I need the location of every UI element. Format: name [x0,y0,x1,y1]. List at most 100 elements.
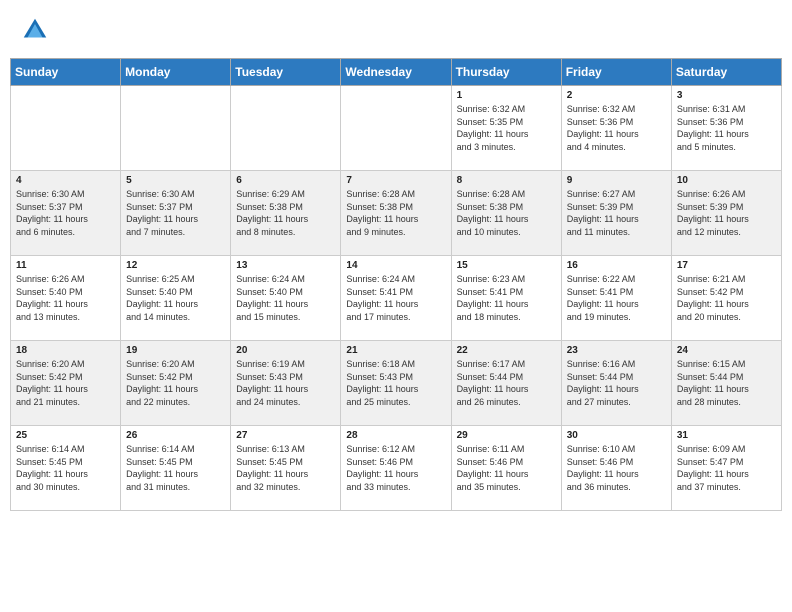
calendar-day-cell: 18 Sunrise: 6:20 AM Sunset: 5:42 PM Dayli… [11,341,121,426]
day-number: 3 [677,90,776,101]
day-number: 4 [16,175,115,186]
day-number: 13 [236,260,335,271]
day-info: Sunrise: 6:18 AM Sunset: 5:43 PM Dayligh… [346,358,445,408]
calendar-day-cell: 20Sunrise: 6:19 AM Sunset: 5:43 PM Dayli… [231,341,341,426]
day-number: 26 [126,430,225,441]
day-number: 21 [346,345,445,356]
day-number: 9 [567,175,666,186]
calendar-day-cell: 14 Sunrise: 6:24 AM Sunset: 5:41 PM Dayli… [341,256,451,341]
calendar-day-cell: 1 Sunrise: 6:32 AM Sunset: 5:35 PM Daylig… [451,86,561,171]
day-info: Sunrise: 6:09 AM Sunset: 5:47 PM Dayligh… [677,443,776,493]
day-info: Sunrise: 6:30 AM Sunset: 5:37 PM Dayligh… [16,188,115,238]
weekday-header-wednesday: Wednesday [341,59,451,86]
day-info: Sunrise: 6:11 AM Sunset: 5:46 PM Dayligh… [457,443,556,493]
day-number: 14 [346,260,445,271]
calendar-week-row: 11 Sunrise: 6:26 AM Sunset: 5:40 PM Dayli… [11,256,782,341]
day-number: 24 [677,345,776,356]
calendar-day-cell: 16Sunrise: 6:22 AM Sunset: 5:41 PM Dayli… [561,256,671,341]
calendar-day-cell: 30 Sunrise: 6:10 AM Sunset: 5:46 PM Dayli… [561,426,671,511]
calendar-week-row: 1 Sunrise: 6:32 AM Sunset: 5:35 PM Daylig… [11,86,782,171]
calendar-day-cell: 11 Sunrise: 6:26 AM Sunset: 5:40 PM Dayli… [11,256,121,341]
day-number: 6 [236,175,335,186]
day-info: Sunrise: 6:29 AM Sunset: 5:38 PM Dayligh… [236,188,335,238]
calendar-day-cell: 5Sunrise: 6:30 AM Sunset: 5:37 PM Daylig… [121,171,231,256]
day-number: 27 [236,430,335,441]
calendar-day-cell: 28 Sunrise: 6:12 AM Sunset: 5:46 PM Dayli… [341,426,451,511]
logo-icon [20,15,50,45]
day-info: Sunrise: 6:32 AM Sunset: 5:35 PM Dayligh… [457,103,556,153]
calendar-day-cell: 19 Sunrise: 6:20 AM Sunset: 5:42 PM Dayli… [121,341,231,426]
day-info: Sunrise: 6:23 AM Sunset: 5:41 PM Dayligh… [457,273,556,323]
day-info: Sunrise: 6:30 AM Sunset: 5:37 PM Dayligh… [126,188,225,238]
calendar-day-cell: 27 Sunrise: 6:13 AM Sunset: 5:45 PM Dayli… [231,426,341,511]
day-number: 16 [567,260,666,271]
calendar-day-cell: 2 Sunrise: 6:32 AM Sunset: 5:36 PM Daylig… [561,86,671,171]
day-number: 30 [567,430,666,441]
day-number: 20 [236,345,335,356]
day-info: Sunrise: 6:25 AM Sunset: 5:40 PM Dayligh… [126,273,225,323]
calendar-day-cell [231,86,341,171]
day-info: Sunrise: 6:10 AM Sunset: 5:46 PM Dayligh… [567,443,666,493]
day-info: Sunrise: 6:13 AM Sunset: 5:45 PM Dayligh… [236,443,335,493]
day-info: Sunrise: 6:26 AM Sunset: 5:39 PM Dayligh… [677,188,776,238]
calendar-day-cell: 3 Sunrise: 6:31 AM Sunset: 5:36 PM Daylig… [671,86,781,171]
day-number: 15 [457,260,556,271]
calendar-day-cell: 12 Sunrise: 6:25 AM Sunset: 5:40 PM Dayli… [121,256,231,341]
calendar-day-cell: 25 Sunrise: 6:14 AM Sunset: 5:45 PM Dayli… [11,426,121,511]
day-info: Sunrise: 6:28 AM Sunset: 5:38 PM Dayligh… [346,188,445,238]
day-number: 12 [126,260,225,271]
day-number: 28 [346,430,445,441]
day-number: 11 [16,260,115,271]
calendar-day-cell: 23 Sunrise: 6:16 AM Sunset: 5:44 PM Dayli… [561,341,671,426]
day-number: 29 [457,430,556,441]
day-number: 10 [677,175,776,186]
day-info: Sunrise: 6:21 AM Sunset: 5:42 PM Dayligh… [677,273,776,323]
calendar-day-cell: 31 Sunrise: 6:09 AM Sunset: 5:47 PM Dayli… [671,426,781,511]
day-info: Sunrise: 6:20 AM Sunset: 5:42 PM Dayligh… [16,358,115,408]
calendar-day-cell: 26Sunrise: 6:14 AM Sunset: 5:45 PM Dayli… [121,426,231,511]
day-number: 22 [457,345,556,356]
day-number: 31 [677,430,776,441]
calendar-day-cell: 10 Sunrise: 6:26 AM Sunset: 5:39 PM Dayli… [671,171,781,256]
day-info: Sunrise: 6:26 AM Sunset: 5:40 PM Dayligh… [16,273,115,323]
weekday-header-saturday: Saturday [671,59,781,86]
calendar-day-cell: 29 Sunrise: 6:11 AM Sunset: 5:46 PM Dayli… [451,426,561,511]
weekday-header-friday: Friday [561,59,671,86]
calendar-day-cell [341,86,451,171]
calendar-day-cell: 9 Sunrise: 6:27 AM Sunset: 5:39 PM Daylig… [561,171,671,256]
day-number: 2 [567,90,666,101]
day-number: 1 [457,90,556,101]
day-info: Sunrise: 6:17 AM Sunset: 5:44 PM Dayligh… [457,358,556,408]
day-number: 17 [677,260,776,271]
day-info: Sunrise: 6:27 AM Sunset: 5:39 PM Dayligh… [567,188,666,238]
calendar-day-cell: 17 Sunrise: 6:21 AM Sunset: 5:42 PM Dayli… [671,256,781,341]
day-number: 18 [16,345,115,356]
calendar-day-cell [121,86,231,171]
day-number: 25 [16,430,115,441]
day-number: 7 [346,175,445,186]
calendar-day-cell: 21 Sunrise: 6:18 AM Sunset: 5:43 PM Dayli… [341,341,451,426]
calendar-day-cell: 4 Sunrise: 6:30 AM Sunset: 5:37 PM Daylig… [11,171,121,256]
page-header [10,10,782,50]
day-info: Sunrise: 6:12 AM Sunset: 5:46 PM Dayligh… [346,443,445,493]
day-number: 19 [126,345,225,356]
weekday-header-monday: Monday [121,59,231,86]
weekday-header-tuesday: Tuesday [231,59,341,86]
calendar-week-row: 18 Sunrise: 6:20 AM Sunset: 5:42 PM Dayli… [11,341,782,426]
calendar-day-cell [11,86,121,171]
weekday-header-row: SundayMondayTuesdayWednesdayThursdayFrid… [11,59,782,86]
day-info: Sunrise: 6:24 AM Sunset: 5:41 PM Dayligh… [346,273,445,323]
day-number: 8 [457,175,556,186]
day-info: Sunrise: 6:28 AM Sunset: 5:38 PM Dayligh… [457,188,556,238]
day-number: 23 [567,345,666,356]
day-info: Sunrise: 6:20 AM Sunset: 5:42 PM Dayligh… [126,358,225,408]
calendar-day-cell: 7 Sunrise: 6:28 AM Sunset: 5:38 PM Daylig… [341,171,451,256]
day-info: Sunrise: 6:16 AM Sunset: 5:44 PM Dayligh… [567,358,666,408]
day-info: Sunrise: 6:32 AM Sunset: 5:36 PM Dayligh… [567,103,666,153]
calendar-day-cell: 24Sunrise: 6:15 AM Sunset: 5:44 PM Dayli… [671,341,781,426]
calendar-day-cell: 22 Sunrise: 6:17 AM Sunset: 5:44 PM Dayli… [451,341,561,426]
day-info: Sunrise: 6:14 AM Sunset: 5:45 PM Dayligh… [16,443,115,493]
logo [20,15,56,45]
day-info: Sunrise: 6:31 AM Sunset: 5:36 PM Dayligh… [677,103,776,153]
calendar-day-cell: 13Sunrise: 6:24 AM Sunset: 5:40 PM Dayli… [231,256,341,341]
